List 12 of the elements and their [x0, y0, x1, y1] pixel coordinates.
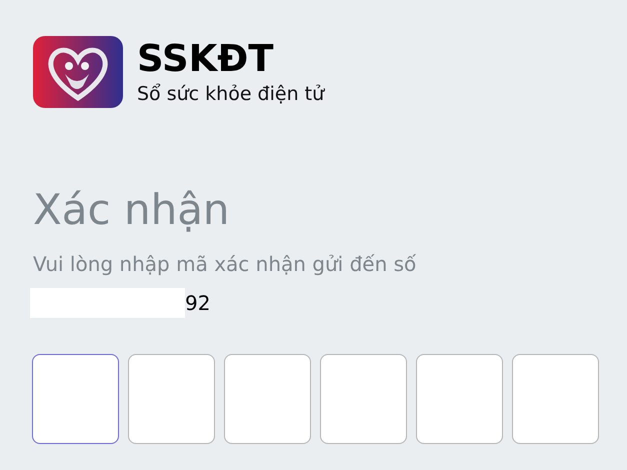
code-input-field[interactable]: [512, 354, 599, 444]
code-input-field[interactable]: [32, 354, 119, 444]
code-input-field[interactable]: [416, 354, 503, 444]
code-input-field[interactable]: [224, 354, 311, 444]
code-input-field[interactable]: [320, 354, 407, 444]
app-tagline: Sổ sức khỏe điện tử: [137, 82, 324, 107]
instruction-text: Vui lòng nhập mã xác nhận gửi đến số: [33, 251, 418, 278]
phone-number: 92: [185, 290, 210, 317]
page-heading: Xác nhận: [33, 184, 231, 236]
app-name: SSKĐT: [137, 37, 275, 81]
code-input-field[interactable]: [128, 354, 215, 444]
heart-logo-icon: [33, 36, 123, 108]
